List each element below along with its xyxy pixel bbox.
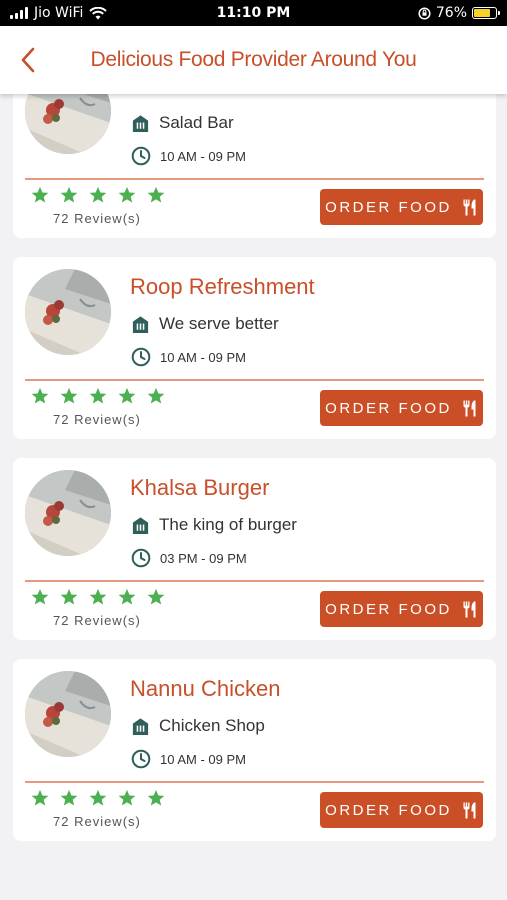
battery-icon [472,7,500,19]
order-food-button[interactable]: ORDER FOOD [320,792,483,828]
star-icon [31,387,49,404]
restaurant-tagline: The king of burger [159,515,297,534]
clock-icon [131,749,151,769]
star-icon [147,186,165,203]
restaurant-tagline: We serve better [159,314,279,333]
restaurant-avatar [25,671,111,757]
restaurant-hours: 10 AM - 09 PM [160,349,246,365]
cutlery-icon [462,199,478,216]
store-icon [131,114,150,133]
card-divider [25,580,484,582]
order-food-label: ORDER FOOD [325,399,452,417]
store-icon [131,315,150,334]
restaurant-hours: 10 AM - 09 PM [160,148,246,164]
star-icon [60,588,78,605]
restaurant-tagline-row: Salad Bar [131,113,234,133]
restaurant-hours-row: 03 PM - 09 PM [131,548,247,568]
star-rating [31,789,165,807]
orientation-lock-icon [418,6,431,20]
review-count: 72 Review(s) [53,613,141,628]
order-food-label: ORDER FOOD [325,198,452,216]
star-icon [31,186,49,203]
restaurant-tagline: Salad Bar [159,113,234,132]
star-icon [60,186,78,203]
star-icon [89,588,107,605]
star-icon [89,789,107,806]
store-icon [131,717,150,736]
star-icon [118,186,136,203]
restaurant-name: Nannu Chicken [130,676,281,701]
restaurant-hours-row: 10 AM - 09 PM [131,347,246,367]
clock-icon [131,146,151,166]
order-food-label: ORDER FOOD [325,801,452,819]
card-divider [25,379,484,381]
cutlery-icon [462,601,478,618]
restaurant-name: Roop Refreshment [130,274,315,299]
star-icon [89,387,107,404]
cutlery-icon [462,400,478,417]
restaurant-hours-row: 10 AM - 09 PM [131,749,246,769]
store-icon [131,516,150,535]
star-icon [89,186,107,203]
page-title: Delicious Food Provider Around You [90,48,417,71]
restaurant-avatar [25,470,111,556]
star-rating [31,588,165,606]
order-food-button[interactable]: ORDER FOOD [320,390,483,426]
star-rating [31,387,165,405]
restaurant-hours: 03 PM - 09 PM [160,550,247,566]
order-food-button[interactable]: ORDER FOOD [320,189,483,225]
restaurant-tagline: Chicken Shop [159,716,265,735]
restaurant-avatar [25,269,111,355]
status-right: 76% [418,5,500,21]
restaurant-name: Khalsa Burger [130,475,270,500]
restaurant-hours-row: 10 AM - 09 PM [131,146,246,166]
card-divider [25,781,484,783]
clock-icon [131,548,151,568]
star-icon [147,789,165,806]
restaurant-tagline-row: Chicken Shop [131,716,265,736]
star-icon [31,789,49,806]
star-icon [147,387,165,404]
star-icon [60,789,78,806]
review-count: 72 Review(s) [53,412,141,427]
restaurant-list[interactable]: Salad Bar 10 AM - 09 PM 72 Review(s) ORD… [0,94,507,900]
star-icon [118,588,136,605]
star-icon [118,387,136,404]
order-food-label: ORDER FOOD [325,600,452,618]
battery-percent: 76% [435,5,467,21]
app-header: Delicious Food Provider Around You [0,26,507,94]
restaurant-avatar [25,94,111,154]
restaurant-tagline-row: We serve better [131,314,279,334]
star-icon [60,387,78,404]
clock-icon [131,347,151,367]
restaurant-card[interactable]: Nannu Chicken Chicken Shop 10 AM - 09 PM… [13,659,496,841]
cutlery-icon [462,802,478,819]
restaurant-tagline-row: The king of burger [131,515,297,535]
star-rating [31,186,165,204]
order-food-button[interactable]: ORDER FOOD [320,591,483,627]
battery-level [474,9,490,17]
card-divider [25,178,484,180]
restaurant-hours: 10 AM - 09 PM [160,751,246,767]
star-icon [31,588,49,605]
restaurant-card[interactable]: Roop Refreshment We serve better 10 AM -… [13,257,496,439]
review-count: 72 Review(s) [53,814,141,829]
status-bar: Jio WiFi 11:10 PM 76% [0,0,507,26]
review-count: 72 Review(s) [53,211,141,226]
restaurant-card[interactable]: Salad Bar 10 AM - 09 PM 72 Review(s) ORD… [13,94,496,238]
restaurant-card[interactable]: Khalsa Burger The king of burger 03 PM -… [13,458,496,640]
star-icon [118,789,136,806]
star-icon [147,588,165,605]
